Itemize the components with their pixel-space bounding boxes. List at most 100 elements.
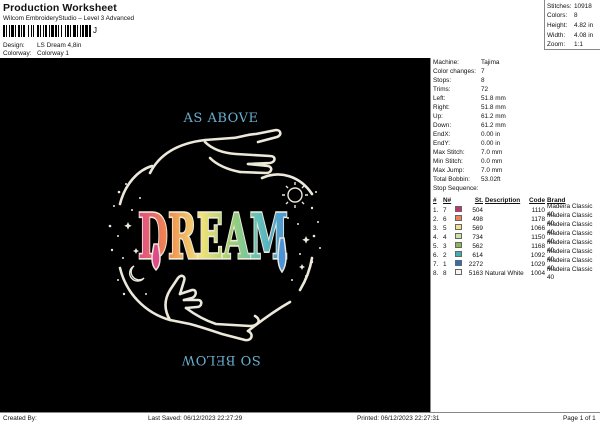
seq-code: 1168: [531, 242, 545, 250]
info-value: 7: [481, 68, 485, 75]
info-label: EndY:: [433, 140, 451, 147]
page-number: Page 1 of 1: [563, 415, 596, 422]
last-saved: Last Saved: 06/12/2023 22:27:29: [148, 415, 243, 422]
software-subtitle: Wilcom EmbroideryStudio – Level 3 Advanc…: [3, 15, 135, 22]
seq-num: 5.: [433, 242, 439, 250]
page-title: Production Worksheet: [3, 2, 117, 14]
created-by: Created By:: [3, 415, 37, 422]
seq-swatch-cell: [454, 251, 464, 260]
stat-stitches: Stitches: 10918: [547, 2, 600, 12]
seq-code: 1029: [530, 260, 545, 268]
info-row: Min Stitch: 0.0 mm: [433, 158, 502, 166]
col-needle: N#: [443, 197, 452, 204]
seq-num: 8.: [433, 269, 439, 277]
seq-swatch-cell: [454, 206, 464, 215]
info-label: EndX:: [433, 131, 451, 138]
as-above-text: AS ABOVE: [183, 111, 259, 126]
stat-value: 4.08 in: [574, 31, 594, 39]
seq-brand: Madeira Classic 40: [547, 265, 593, 281]
info-row: EndX: 0.00 in: [433, 131, 500, 139]
col-code: Code: [529, 197, 545, 204]
seq-needle: 1: [443, 260, 447, 268]
col-num: #: [433, 197, 437, 204]
color-swatch: [455, 233, 462, 239]
stat-label: Zoom:: [547, 41, 566, 49]
seq-code: 1150: [531, 233, 545, 241]
info-label: Machine:: [433, 59, 459, 66]
design-label: Design:: [3, 42, 25, 49]
col-description: Description: [485, 197, 521, 204]
info-value: 0.00 in: [481, 131, 501, 138]
info-row: Color changes: 7: [433, 68, 485, 76]
seq-code: 1066: [530, 224, 545, 232]
seq-stitches: 614: [472, 251, 483, 259]
worksheet-footer: Created By: Last Saved: 06/12/2023 22:27…: [0, 412, 600, 424]
color-swatch: [455, 224, 462, 230]
info-value: 7.0 mm: [481, 149, 503, 156]
stop-sequence-row: 8. 8 5163 Natural White 1004 Madeira Classic …: [433, 266, 599, 281]
info-label: Total Bobbin:: [433, 176, 470, 183]
seq-swatch-cell: [454, 269, 464, 278]
seq-needle: 7: [443, 206, 447, 214]
stat-colors: Colors: 8: [547, 12, 600, 22]
info-row: Total Bobbin: 53.02ft: [433, 176, 501, 184]
embroidery-artwork: AS ABOVE DREAM SO BELOW: [108, 111, 321, 367]
stat-value: 4.82 in: [574, 21, 594, 29]
seq-num: 6.: [433, 251, 439, 259]
seq-num: 1.: [433, 206, 439, 214]
color-swatch: [455, 260, 462, 266]
seq-stitches: 498: [472, 215, 483, 223]
info-value: 53.02ft: [481, 176, 501, 183]
stat-label: Stitches:: [547, 2, 572, 10]
color-swatch: [455, 215, 462, 221]
stat-label: Colors:: [547, 12, 568, 20]
seq-stitches: 734: [472, 233, 483, 241]
info-row: EndY: 0.00 in: [433, 140, 500, 148]
seq-stitches: 504: [472, 206, 483, 214]
info-label: Stops:: [433, 77, 452, 84]
info-row: Left: 51.8 mm: [433, 95, 506, 103]
info-label: Right:: [433, 104, 450, 111]
seq-stitches: 5163: [468, 269, 483, 277]
color-swatch: [455, 242, 462, 248]
info-row: Machine: Tajima: [433, 59, 499, 67]
info-label: Max Stitch:: [433, 149, 465, 156]
seq-swatch-cell: [454, 260, 464, 269]
seq-needle: 2: [443, 251, 447, 259]
seq-num: 4.: [433, 233, 439, 241]
info-row: Stops: 8: [433, 77, 485, 85]
seq-num: 3.: [433, 224, 439, 232]
col-swatch: [454, 197, 464, 206]
info-row: Down: 61.2 mm: [433, 122, 506, 130]
stat-value: 10918: [574, 2, 592, 10]
colorway-row: Colorway: Colorway 1: [3, 50, 69, 58]
seq-needle: 4: [443, 233, 447, 241]
seq-description: Natural White: [485, 269, 524, 277]
seq-needle: 3: [443, 242, 447, 250]
seq-num: 7.: [433, 260, 439, 268]
colorway-value: Colorway 1: [37, 50, 69, 57]
info-row: Right: 51.8 mm: [433, 104, 506, 112]
info-value: 0.00 in: [481, 140, 501, 147]
color-swatch: [455, 269, 462, 275]
stat-height: Height: 4.82 in: [547, 21, 600, 31]
seq-code: 1110: [531, 206, 545, 214]
seq-swatch-cell: [454, 233, 464, 242]
seq-stitches: 2272: [468, 260, 483, 268]
color-swatch: [455, 251, 462, 257]
info-value: 7.0 mm: [481, 167, 503, 174]
info-row: Max Jump: 7.0 mm: [433, 167, 502, 175]
seq-swatch-cell: [454, 224, 464, 233]
seq-num: 2.: [433, 215, 439, 223]
barcode-suffix: J: [93, 26, 97, 35]
dream-drip: [277, 237, 287, 274]
seq-needle: 8: [443, 269, 447, 277]
seq-swatch-cell: [454, 242, 464, 251]
stats-box: Stitches: 10918 Colors: 8 Height: 4.82 i…: [544, 0, 600, 50]
info-label: Trims:: [433, 86, 451, 93]
stat-zoom: Zoom: 1:1: [547, 40, 600, 50]
barcode-bar: [91, 25, 92, 37]
dream-drip: [151, 243, 161, 272]
design-preview: AS ABOVE DREAM SO BELOW: [0, 58, 430, 412]
top-hands-outline: [118, 128, 314, 206]
